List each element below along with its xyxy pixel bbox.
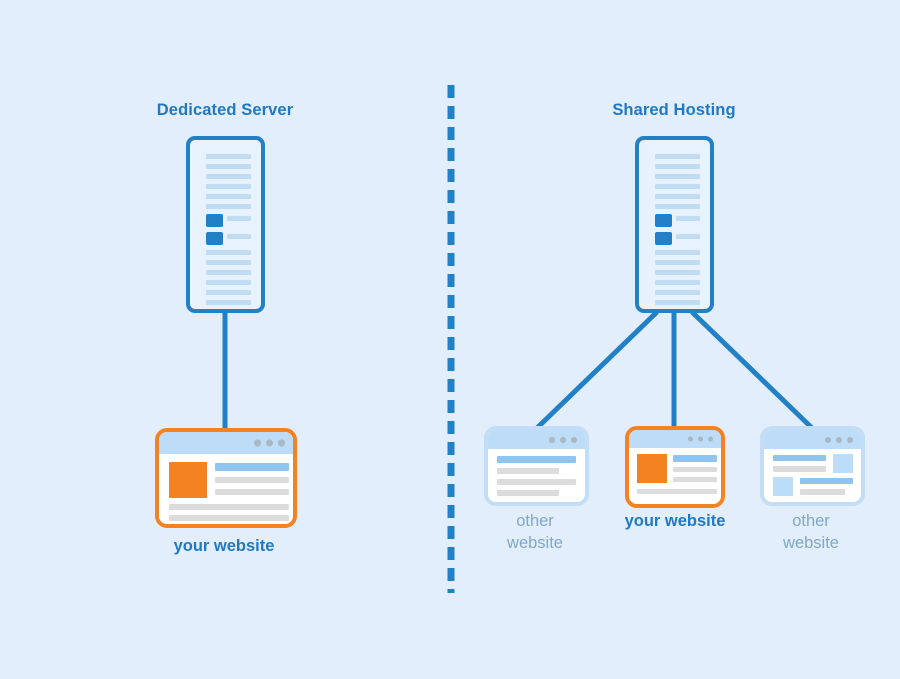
connector-line-shared-right — [690, 310, 814, 430]
browser-titlebar — [629, 430, 721, 448]
window-control-dots-icon — [549, 436, 577, 443]
caption-other-website-left: other website — [507, 512, 563, 552]
content-image-placeholder — [637, 454, 667, 483]
browser-content — [488, 449, 585, 502]
caption-other-website-right: other website — [783, 512, 839, 552]
browser-content — [764, 449, 861, 502]
window-control-dots-icon — [688, 436, 713, 442]
server-led-lower — [655, 232, 672, 245]
server-tower-icon — [202, 152, 251, 305]
browser-titlebar — [159, 432, 293, 454]
server-tower-shared — [635, 136, 714, 313]
caption-your-website-dedicated: your website — [173, 537, 275, 555]
connector-lines-layer — [222, 85, 814, 593]
caption-your-website-shared: your website — [624, 512, 726, 530]
page-title-dedicated-server: Dedicated Server — [156, 101, 294, 119]
page-title-shared-hosting: Shared Hosting — [612, 101, 736, 119]
browser-titlebar — [764, 430, 861, 449]
connector-line-shared-left — [535, 310, 659, 430]
server-tower-icon — [651, 152, 700, 305]
server-led-upper — [206, 214, 223, 227]
browser-card-other-website-left[interactable] — [484, 426, 589, 506]
content-image-placeholder — [169, 462, 207, 498]
browser-card-your-website-shared[interactable] — [625, 426, 725, 508]
browser-card-your-website-dedicated[interactable] — [155, 428, 297, 528]
window-control-dots-icon — [254, 439, 285, 447]
server-tower-dedicated — [186, 136, 265, 313]
diagram-canvas: Dedicated Server your website Shared Hos… — [0, 0, 900, 679]
window-control-dots-icon — [825, 436, 853, 443]
server-led-upper — [655, 214, 672, 227]
server-led-lower — [206, 232, 223, 245]
browser-card-other-website-right[interactable] — [760, 426, 865, 506]
browser-content — [629, 448, 721, 504]
content-image-placeholder-top — [833, 454, 853, 473]
browser-titlebar — [488, 430, 585, 449]
content-image-placeholder-bottom — [773, 477, 793, 496]
browser-content — [159, 454, 293, 524]
